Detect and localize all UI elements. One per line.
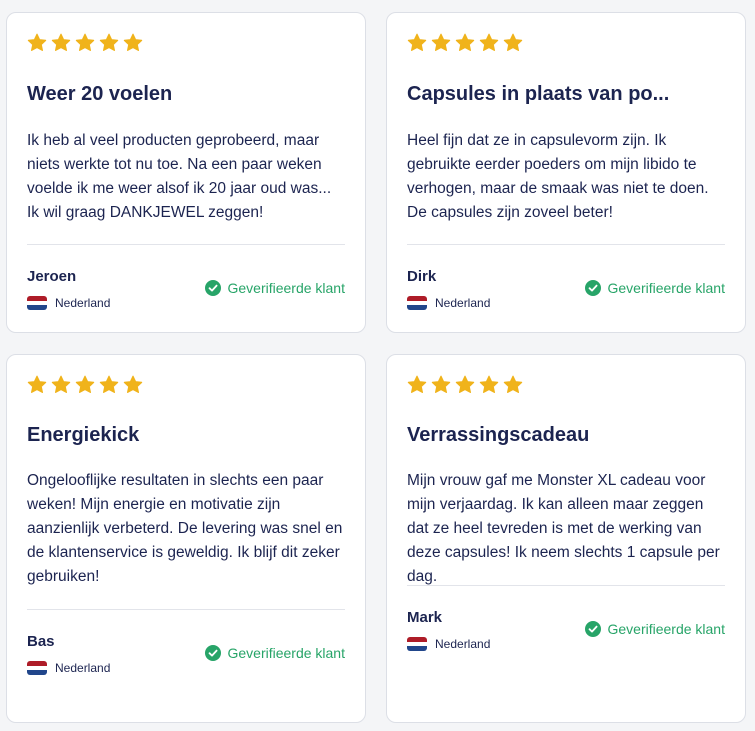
star-icon <box>75 33 95 51</box>
review-body: Ongelooflijke resultaten in slechts een … <box>27 472 343 585</box>
review-body: Mijn vrouw gaf me Monster XL cadeau voor… <box>407 472 720 585</box>
review-title: Weer 20 voelen <box>27 83 173 105</box>
netherlands-flag-icon <box>27 661 47 675</box>
netherlands-flag-icon <box>407 296 427 310</box>
rating-stars <box>407 33 523 53</box>
review-body: Heel fijn dat ze in capsulevorm zijn. Ik… <box>407 132 709 221</box>
star-icon <box>503 33 523 51</box>
review-author: Dirk <box>407 268 437 285</box>
review-author: Bas <box>27 633 55 650</box>
verified-badge: Geverifieerde klant <box>205 280 345 296</box>
star-icon <box>479 33 499 51</box>
check-circle-icon <box>205 645 222 661</box>
rating-stars <box>27 33 143 53</box>
star-icon <box>455 33 475 51</box>
review-country: Nederland <box>27 296 110 310</box>
verified-badge: Geverifieerde klant <box>205 645 345 661</box>
check-circle-icon <box>585 621 602 637</box>
country-label: Nederland <box>435 637 491 651</box>
star-icon <box>27 33 47 51</box>
review-country: Nederland <box>407 637 490 651</box>
star-icon <box>123 375 143 393</box>
star-icon <box>51 33 71 51</box>
star-icon <box>455 375 475 393</box>
review-card: Weer 20 voelen Ik heb al veel producten … <box>6 12 366 333</box>
check-circle-icon <box>585 280 602 296</box>
review-card: Energiekick Ongelooflijke resultaten in … <box>6 354 366 723</box>
verified-badge: Geverifieerde klant <box>585 621 725 637</box>
country-label: Nederland <box>55 661 111 675</box>
divider <box>27 244 345 245</box>
review-country: Nederland <box>407 296 490 310</box>
star-icon <box>407 33 427 51</box>
review-title: Capsules in plaats van po... <box>407 83 670 105</box>
country-label: Nederland <box>55 296 111 310</box>
review-country: Nederland <box>27 661 110 675</box>
star-icon <box>431 33 451 51</box>
star-icon <box>503 375 523 393</box>
verified-badge: Geverifieerde klant <box>585 280 725 296</box>
check-circle-icon <box>205 280 222 296</box>
verified-label: Geverifieerde klant <box>607 280 725 296</box>
star-icon <box>27 375 47 393</box>
verified-label: Geverifieerde klant <box>227 645 345 661</box>
review-card: Verrassingscadeau Mijn vrouw gaf me Mons… <box>386 354 746 723</box>
rating-stars <box>407 375 523 395</box>
star-icon <box>99 33 119 51</box>
review-title: Verrassingscadeau <box>407 424 590 446</box>
verified-label: Geverifieerde klant <box>227 280 345 296</box>
star-icon <box>407 375 427 393</box>
star-icon <box>51 375 71 393</box>
star-icon <box>75 375 95 393</box>
netherlands-flag-icon <box>27 296 47 310</box>
review-author: Jeroen <box>27 268 77 285</box>
star-icon <box>431 375 451 393</box>
netherlands-flag-icon <box>407 637 427 651</box>
review-body: Ik heb al veel producten geprobeerd, maa… <box>27 132 332 221</box>
rating-stars <box>27 375 143 395</box>
review-author: Mark <box>407 609 443 626</box>
review-card: Capsules in plaats van po... Heel fijn d… <box>386 12 746 333</box>
divider <box>407 244 725 245</box>
star-icon <box>123 33 143 51</box>
divider <box>27 609 345 610</box>
star-icon <box>99 375 119 393</box>
country-label: Nederland <box>435 296 491 310</box>
divider <box>407 585 725 586</box>
verified-label: Geverifieerde klant <box>607 621 725 637</box>
review-title: Energiekick <box>27 424 140 446</box>
star-icon <box>479 375 499 393</box>
